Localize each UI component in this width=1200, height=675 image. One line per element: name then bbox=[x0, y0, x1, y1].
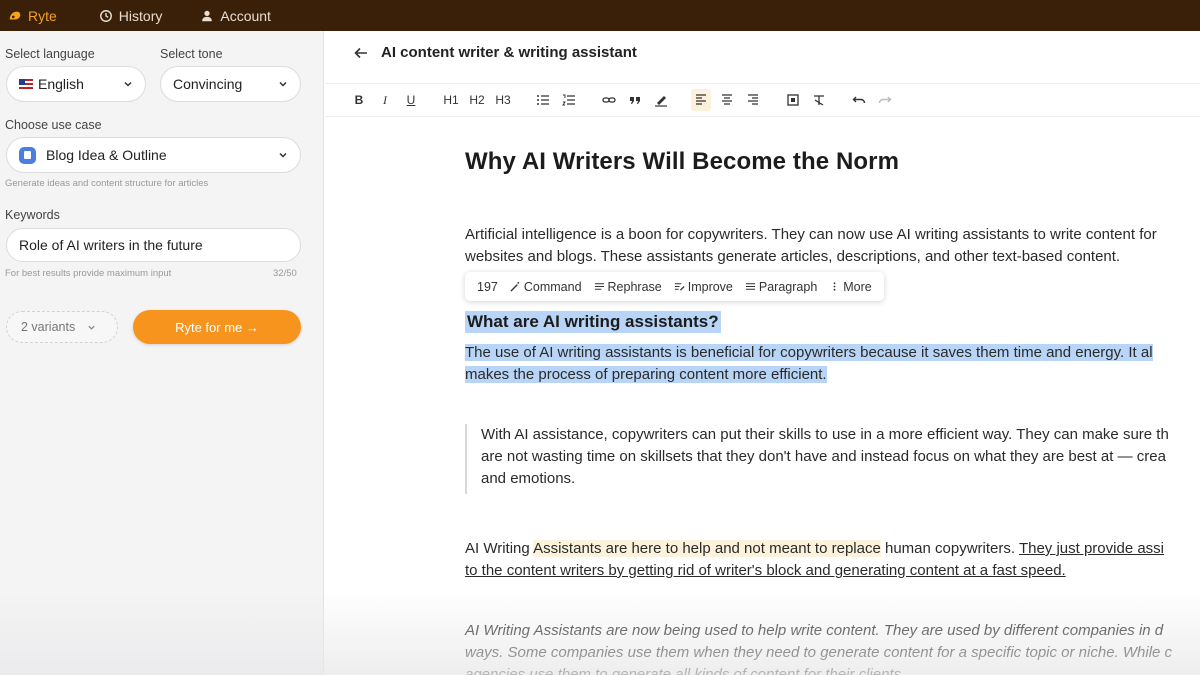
plain-text: human copywriters. bbox=[880, 540, 1019, 557]
use-case-value: Blog Idea & Outline bbox=[46, 147, 167, 163]
improve-icon bbox=[674, 283, 685, 291]
language-label: Select language bbox=[5, 47, 95, 61]
blockquote[interactable]: With AI assistance, copywriters can put … bbox=[465, 424, 1169, 494]
align-left-icon[interactable] bbox=[691, 89, 711, 111]
ai-action-popup: 197 Command Rephrase Improve Paragraph M… bbox=[465, 272, 884, 301]
undo-icon[interactable] bbox=[849, 89, 869, 111]
paragraph-button[interactable]: Paragraph bbox=[739, 280, 823, 294]
formatting-toolbar: B I U H1 H2 H3 bbox=[325, 83, 1200, 117]
editor-header: AI content writer & writing assistant bbox=[353, 44, 637, 61]
tone-label: Select tone bbox=[160, 47, 223, 61]
user-icon bbox=[202, 10, 213, 21]
redo-icon[interactable] bbox=[875, 89, 895, 111]
quote-line[interactable]: are not wasting time on skillsets that t… bbox=[481, 446, 1169, 468]
editor-panel: AI content writer & writing assistant B … bbox=[325, 31, 1200, 675]
heading2-button[interactable]: H2 bbox=[467, 89, 487, 111]
ryte-for-me-button[interactable]: Ryte for me → bbox=[133, 310, 301, 344]
more-label: More bbox=[843, 279, 872, 294]
paragraph-line[interactable]: Artificial intelligence is a boon for co… bbox=[465, 224, 1157, 246]
underlined-text[interactable]: to the content writers by getting rid of… bbox=[465, 560, 1066, 582]
keywords-count: 32/50 bbox=[273, 268, 297, 279]
document-title[interactable]: Why AI Writers Will Become the Norm bbox=[465, 148, 899, 176]
italic-button[interactable]: I bbox=[375, 89, 395, 111]
paragraph-line[interactable]: ways. Some companies use them when they … bbox=[465, 642, 1172, 664]
highlighted-text[interactable]: Assistants are here to help and not mean… bbox=[533, 540, 881, 557]
selected-text[interactable]: The use of AI writing assistants is bene… bbox=[465, 344, 1153, 361]
nav-ryte[interactable]: Ryte bbox=[0, 0, 71, 31]
heading1-button[interactable]: H1 bbox=[441, 89, 461, 111]
chevron-down-icon bbox=[88, 325, 95, 330]
variants-value: 2 variants bbox=[21, 320, 76, 334]
keywords-value: Role of AI writers in the future bbox=[19, 237, 203, 253]
magic-wand-icon bbox=[510, 281, 520, 292]
top-navigation-bar: Ryte History Account bbox=[0, 0, 1200, 31]
bold-button[interactable]: B bbox=[349, 89, 369, 111]
rephrase-button[interactable]: Rephrase bbox=[588, 280, 668, 294]
use-case-select[interactable]: Blog Idea & Outline bbox=[6, 137, 301, 173]
bullet-list-icon[interactable] bbox=[533, 89, 553, 111]
numbered-list-icon[interactable] bbox=[559, 89, 579, 111]
improve-label: Improve bbox=[687, 279, 733, 294]
plain-text: AI Writing bbox=[465, 540, 534, 557]
quote-icon[interactable] bbox=[625, 89, 645, 111]
chevron-down-icon bbox=[279, 152, 287, 158]
us-flag-icon bbox=[19, 79, 33, 89]
page-title: AI content writer & writing assistant bbox=[381, 44, 637, 61]
history-clock-icon bbox=[99, 9, 112, 22]
use-case-hint: Generate ideas and content structure for… bbox=[5, 178, 209, 189]
paragraph-line[interactable]: AI Writing Assistants are now being used… bbox=[465, 620, 1163, 642]
paragraph-line[interactable]: agencies use them to generate all kinds … bbox=[465, 664, 905, 675]
rephrase-label: Rephrase bbox=[607, 279, 662, 294]
more-vertical-icon bbox=[833, 282, 836, 291]
command-button[interactable]: Command bbox=[504, 280, 588, 294]
use-case-label: Choose use case bbox=[5, 118, 102, 132]
paragraph-icon bbox=[745, 283, 755, 290]
tone-value: Convincing bbox=[173, 76, 243, 92]
align-center-icon[interactable] bbox=[717, 89, 737, 111]
nav-account-label: Account bbox=[220, 7, 271, 24]
keywords-input[interactable]: Role of AI writers in the future bbox=[6, 228, 301, 262]
paragraph-line[interactable]: The use of AI writing assistants is bene… bbox=[465, 342, 1153, 364]
paragraph-line[interactable]: makes the process of preparing content m… bbox=[465, 364, 827, 386]
clear-format-icon[interactable] bbox=[809, 89, 829, 111]
highlight-pen-icon[interactable] bbox=[651, 89, 671, 111]
keywords-label: Keywords bbox=[5, 208, 60, 222]
nav-account[interactable]: Account bbox=[186, 0, 285, 31]
variants-select[interactable]: 2 variants bbox=[6, 311, 118, 343]
tone-select[interactable]: Convincing bbox=[160, 66, 301, 102]
language-select[interactable]: English bbox=[6, 66, 146, 102]
heading3-button[interactable]: H3 bbox=[493, 89, 513, 111]
selected-text[interactable]: makes the process of preparing content m… bbox=[465, 366, 827, 383]
chevron-down-icon bbox=[124, 81, 132, 87]
ryte-logo-icon bbox=[9, 11, 21, 19]
paragraph-line[interactable]: websites and blogs. These assistants gen… bbox=[465, 246, 1120, 268]
rephrase-icon bbox=[594, 283, 604, 290]
nav-history-label: History bbox=[118, 7, 163, 24]
back-arrow-icon[interactable] bbox=[353, 45, 369, 61]
nav-history[interactable]: History bbox=[85, 0, 177, 31]
chevron-down-icon bbox=[279, 81, 287, 87]
underlined-text[interactable]: They just provide assi bbox=[1019, 540, 1164, 557]
language-value: English bbox=[38, 76, 84, 92]
quote-line[interactable]: With AI assistance, copywriters can put … bbox=[481, 424, 1169, 446]
paragraph-label: Paragraph bbox=[758, 279, 818, 294]
paragraph-line[interactable]: AI Writing Assistants are here to help a… bbox=[465, 538, 1164, 560]
more-button[interactable]: More bbox=[823, 280, 877, 294]
keywords-hint: For best results provide maximum input bbox=[5, 268, 172, 279]
quote-line[interactable]: and emotions. bbox=[481, 468, 1169, 490]
underline-button[interactable]: U bbox=[401, 89, 421, 111]
nav-ryte-label: Ryte bbox=[28, 7, 57, 24]
settings-sidebar: Select language Select tone English Conv… bbox=[0, 31, 324, 675]
link-icon[interactable] bbox=[599, 89, 619, 111]
section-heading[interactable]: What are AI writing assistants? bbox=[465, 311, 721, 333]
align-right-icon[interactable] bbox=[743, 89, 763, 111]
word-count: 197 bbox=[477, 279, 498, 294]
improve-button[interactable]: Improve bbox=[668, 280, 739, 294]
document-icon bbox=[19, 146, 36, 164]
image-icon[interactable] bbox=[783, 89, 803, 111]
command-label: Command bbox=[523, 279, 582, 294]
